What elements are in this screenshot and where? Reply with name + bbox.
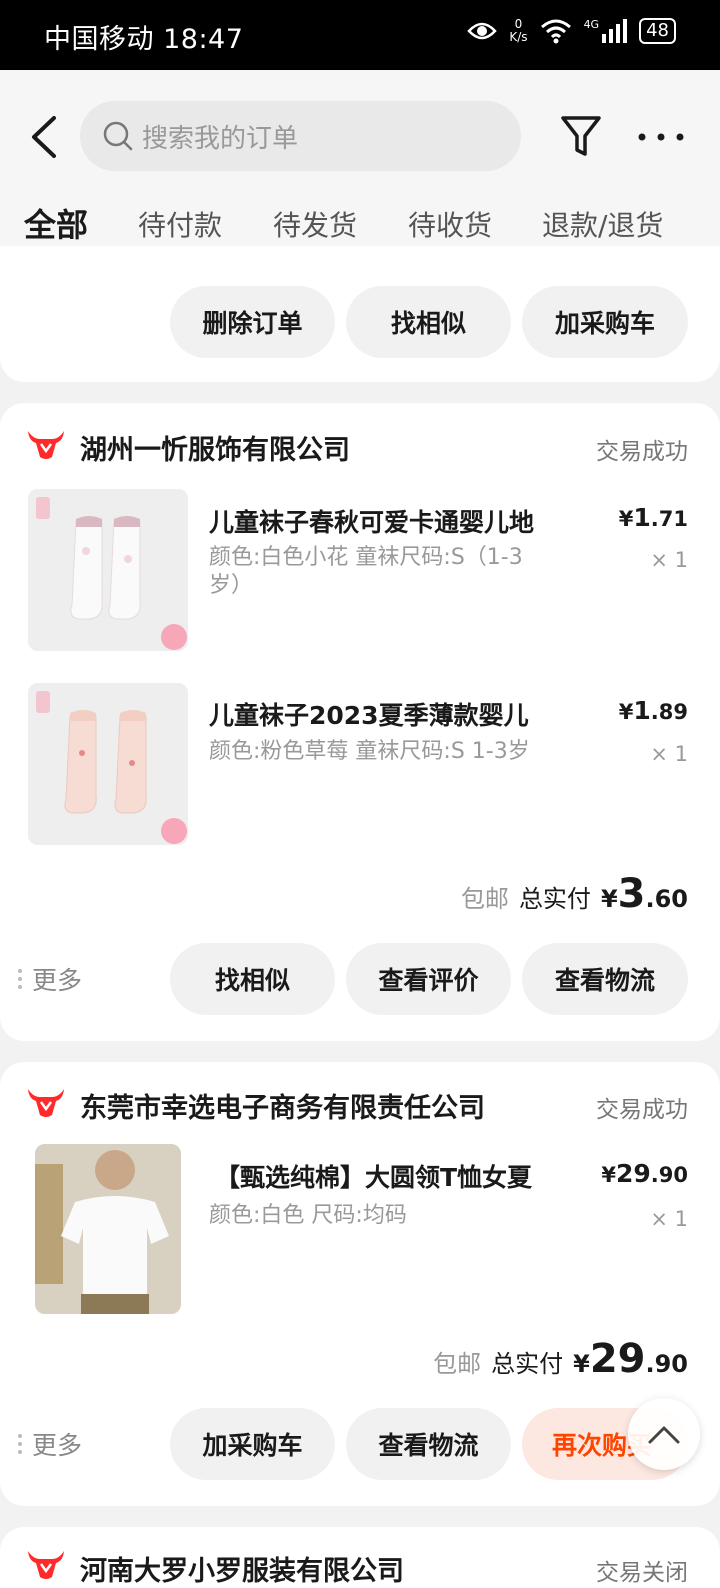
product-quantity: × 1 xyxy=(650,548,688,572)
free-shipping-label: 包邮 xyxy=(433,1350,482,1378)
order-total: 包邮 总实付 ¥3.60 xyxy=(461,871,688,917)
product-spec: 颜色:白色 尺码:均码 xyxy=(209,1203,407,1228)
shop-name[interactable]: 东莞市幸选电子商务有限责任公司 xyxy=(80,1086,485,1125)
status-bar: 中国移动 18:47 0 K/s 4G 48 xyxy=(0,0,720,70)
product-quantity: × 1 xyxy=(650,742,688,766)
status-icons: 0 K/s 4G 48 xyxy=(467,18,676,44)
product-quantity: × 1 xyxy=(650,1207,688,1231)
view-review-button[interactable]: 查看评价 xyxy=(346,943,511,1015)
add-to-purchase-cart-button[interactable]: 加采购车 xyxy=(522,286,688,358)
wifi-icon xyxy=(540,19,571,44)
shop-name[interactable]: 湖州一忻服饰有限公司 xyxy=(80,428,350,467)
add-to-purchase-cart-button[interactable]: 加采购车 xyxy=(170,1408,335,1480)
tshirt-image xyxy=(35,1144,181,1314)
product-price: ¥1.89 xyxy=(618,696,688,725)
order-total: 包邮 总实付 ¥29.90 xyxy=(433,1336,688,1382)
socks-image xyxy=(28,683,188,845)
product-price: ¥1.71 xyxy=(618,503,688,532)
chevron-up-icon xyxy=(648,1426,680,1444)
eye-icon xyxy=(467,22,498,40)
order-status: 交易成功 xyxy=(596,1097,688,1123)
tab-pending-payment[interactable]: 待付款 xyxy=(138,204,222,244)
total-paid-amount: ¥3.60 xyxy=(600,871,688,917)
socks-image xyxy=(28,489,188,651)
product-spec: 颜色:粉色草莓 童袜尺码:S 1-3岁 xyxy=(209,739,530,764)
more-dots-icon xyxy=(18,1434,22,1454)
battery-level: 48 xyxy=(639,18,676,44)
shop-logo-icon xyxy=(28,1089,64,1117)
back-arrow-icon[interactable] xyxy=(22,112,66,162)
signal-icon xyxy=(602,19,628,43)
order-card-partial: 删除订单 找相似 加采购车 xyxy=(0,246,720,382)
view-logistics-button[interactable]: 查看物流 xyxy=(522,943,688,1015)
tab-pending-receipt[interactable]: 待收货 xyxy=(408,204,492,244)
order-card[interactable]: 东莞市幸选电子商务有限责任公司 交易成功 【甄选纯棉】大圆领T恤女夏 颜色:白色… xyxy=(0,1062,720,1506)
more-dots-icon xyxy=(18,969,22,989)
product-image[interactable] xyxy=(35,1144,181,1314)
product-image[interactable] xyxy=(28,683,188,845)
tab-all[interactable]: 全部 xyxy=(24,200,88,246)
product-name[interactable]: 儿童袜子2023夏季薄款婴儿 xyxy=(209,696,589,732)
order-card[interactable]: 湖州一忻服饰有限公司 交易成功 儿童袜子春秋可爱卡通婴儿地 颜色:白色小花 童袜… xyxy=(0,403,720,1041)
product-name[interactable]: 儿童袜子春秋可爱卡通婴儿地 xyxy=(209,503,589,539)
order-card[interactable]: 河南大罗小罗服装有限公司 交易关闭 xyxy=(0,1527,720,1588)
shop-name[interactable]: 河南大罗小罗服装有限公司 xyxy=(80,1549,404,1588)
more-actions-link[interactable]: 更多 xyxy=(18,1426,82,1462)
delete-order-button[interactable]: 删除订单 xyxy=(170,286,335,358)
product-image[interactable] xyxy=(28,489,188,651)
carrier-time: 中国移动 18:47 xyxy=(44,24,244,55)
search-input[interactable]: 搜索我的订单 xyxy=(80,101,521,171)
network-type: 4G xyxy=(583,18,600,31)
scroll-to-top-button[interactable] xyxy=(628,1398,700,1470)
more-icon[interactable] xyxy=(636,120,686,154)
total-paid-amount: ¥29.90 xyxy=(573,1336,688,1382)
find-similar-button[interactable]: 找相似 xyxy=(170,943,335,1015)
product-price: ¥29.90 xyxy=(601,1159,688,1188)
free-shipping-label: 包邮 xyxy=(460,885,509,913)
order-status: 交易关闭 xyxy=(596,1560,688,1586)
filter-icon[interactable] xyxy=(560,114,602,160)
product-spec: 颜色:白色小花 童袜尺码:S（1-3岁） xyxy=(209,545,523,598)
total-paid-label: 总实付 xyxy=(518,885,591,913)
network-speed: 0 K/s xyxy=(509,17,528,44)
more-label: 更多 xyxy=(32,1431,83,1460)
search-icon xyxy=(103,121,133,151)
shop-logo-icon xyxy=(28,1551,64,1579)
more-actions-link[interactable]: 更多 xyxy=(18,961,82,997)
tab-pending-shipment[interactable]: 待发货 xyxy=(273,204,357,244)
search-placeholder: 搜索我的订单 xyxy=(142,123,299,154)
shop-logo-icon xyxy=(28,431,64,459)
order-status: 交易成功 xyxy=(596,439,688,465)
product-name[interactable]: 【甄选纯棉】大圆领T恤女夏 xyxy=(215,1158,595,1194)
more-label: 更多 xyxy=(32,966,83,995)
view-logistics-button[interactable]: 查看物流 xyxy=(346,1408,511,1480)
find-similar-button[interactable]: 找相似 xyxy=(346,286,511,358)
tab-refund-return[interactable]: 退款/退货 xyxy=(542,204,663,244)
total-paid-label: 总实付 xyxy=(491,1350,564,1378)
